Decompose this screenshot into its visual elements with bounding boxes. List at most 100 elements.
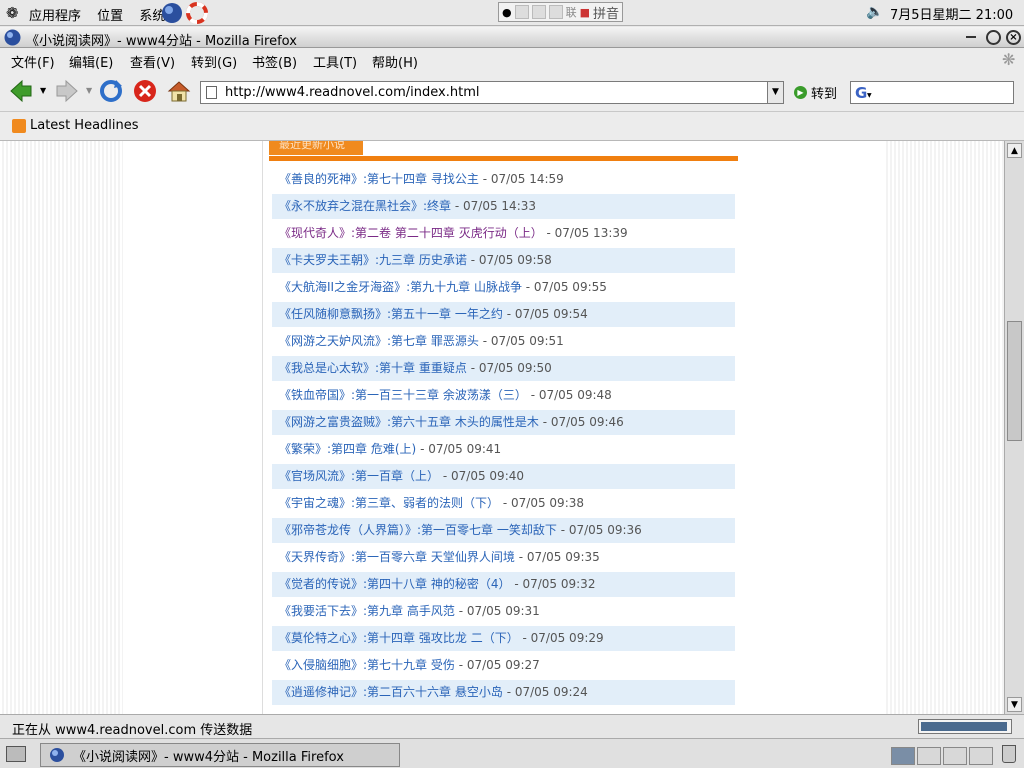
- ime-fullwidth-icon[interactable]: [531, 5, 546, 19]
- novel-title-link[interactable]: 《大航海II之金牙海盗》: [279, 280, 406, 294]
- search-engine-dropdown-icon[interactable]: ▼: [867, 92, 872, 99]
- workspace-2[interactable]: [917, 747, 941, 765]
- update-row[interactable]: 《任风随柳意飘扬》:第五十一章 一年之约 - 07/05 09:54: [272, 302, 735, 327]
- update-row[interactable]: 《天界传奇》:第一百零六章 天堂仙界人间境 - 07/05 09:35: [272, 545, 735, 570]
- chapter-link[interactable]: :第一百零六章 天堂仙界人间境: [351, 550, 515, 564]
- menu-tools[interactable]: 工具(T): [313, 52, 357, 71]
- novel-title-link[interactable]: 《宇宙之魂》: [279, 496, 351, 510]
- show-desktop-icon[interactable]: [6, 746, 26, 762]
- chapter-link[interactable]: :九三章 历史承诺: [375, 253, 467, 267]
- ime-softkbd-icon[interactable]: [548, 5, 563, 19]
- menu-file[interactable]: 文件(F): [11, 52, 55, 71]
- close-icon[interactable]: ×: [1006, 30, 1021, 45]
- panel-clock[interactable]: 7月5日星期二 21:00: [890, 4, 1013, 23]
- panel-menu-places[interactable]: 位置: [97, 9, 123, 24]
- update-row[interactable]: 《莫伦特之心》:第十四章 强攻比龙 二（下） - 07/05 09:29: [272, 626, 735, 651]
- chapter-link[interactable]: :第十四章 强攻比龙 二（下）: [363, 631, 519, 645]
- section-tab[interactable]: 最近更新小说: [269, 141, 363, 155]
- update-row[interactable]: 《网游之天妒风流》:第七章 罪恶源头 - 07/05 09:51: [272, 329, 735, 354]
- chapter-link[interactable]: :第四章 危难(上): [327, 442, 416, 456]
- novel-title-link[interactable]: 《逍遥修神记》: [279, 685, 363, 699]
- update-row[interactable]: 《宇宙之魂》:第三章、弱者的法则（下） - 07/05 09:38: [272, 491, 735, 516]
- chapter-link[interactable]: :第一百三十三章 余波荡漾（三）: [351, 388, 527, 402]
- update-row[interactable]: 《永不放弃之混在黑社会》:终章 - 07/05 14:33: [272, 194, 735, 219]
- update-row[interactable]: 《现代奇人》:第二卷 第二十四章 灭虎行动（上） - 07/05 13:39: [272, 221, 735, 246]
- novel-title-link[interactable]: 《觉者的传说》: [279, 577, 363, 591]
- back-icon[interactable]: [8, 78, 34, 104]
- chapter-link[interactable]: :第四十八章 神的秘密（4）: [363, 577, 511, 591]
- chapter-link[interactable]: :第二卷 第二十四章 灭虎行动（上）: [351, 226, 543, 240]
- minimize-icon[interactable]: [966, 36, 976, 38]
- novel-title-link[interactable]: 《善良的死神》: [279, 172, 363, 186]
- novel-title-link[interactable]: 《我总是心太软》: [279, 361, 375, 375]
- browser-launcher-icon[interactable]: [161, 2, 183, 24]
- novel-title-link[interactable]: 《现代奇人》: [279, 226, 351, 240]
- novel-title-link[interactable]: 《莫伦特之心》: [279, 631, 363, 645]
- novel-title-link[interactable]: 《铁血帝国》: [279, 388, 351, 402]
- window-icon[interactable]: [4, 29, 21, 46]
- novel-title-link[interactable]: 《天界传奇》: [279, 550, 351, 564]
- update-row[interactable]: 《网游之富贵盗贼》:第六十五章 木头的属性是木 - 07/05 09:46: [272, 410, 735, 435]
- novel-title-link[interactable]: 《邪帝苍龙传（人界篇）》: [279, 523, 417, 537]
- workspace-1[interactable]: [891, 747, 915, 765]
- menu-go[interactable]: 转到(G): [191, 52, 237, 71]
- vertical-scrollbar[interactable]: ▲ ▼: [1004, 141, 1024, 714]
- workspace-4[interactable]: [969, 747, 993, 765]
- chapter-link[interactable]: :第五十一章 一年之约: [387, 307, 503, 321]
- novel-title-link[interactable]: 《繁荣》: [279, 442, 327, 456]
- chapter-link[interactable]: :第七十四章 寻找公主: [363, 172, 479, 186]
- update-row[interactable]: 《逍遥修神记》:第二百六十六章 悬空小岛 - 07/05 09:24: [272, 680, 735, 705]
- url-bar[interactable]: ▼: [200, 81, 784, 104]
- menu-help[interactable]: 帮助(H): [372, 52, 418, 71]
- go-button[interactable]: ▶ 转到: [794, 83, 837, 102]
- novel-title-link[interactable]: 《入侵脑细胞》: [279, 658, 363, 672]
- scroll-down-icon[interactable]: ▼: [1007, 697, 1022, 712]
- window-titlebar[interactable]: 《小说阅读网》- www4分站 - Mozilla Firefox ×: [0, 27, 1024, 49]
- foot-icon[interactable]: ❁: [6, 4, 19, 22]
- menu-view[interactable]: 查看(V): [130, 52, 175, 71]
- back-dropdown-icon[interactable]: ▼: [40, 86, 46, 95]
- lock-icon[interactable]: ■: [580, 6, 590, 19]
- panel-menu-applications[interactable]: 应用程序: [29, 9, 81, 24]
- update-row[interactable]: 《觉者的传说》:第四十八章 神的秘密（4） - 07/05 09:32: [272, 572, 735, 597]
- update-row[interactable]: 《善良的死神》:第七十四章 寻找公主 - 07/05 14:59: [272, 167, 735, 192]
- menu-edit[interactable]: 编辑(E): [69, 52, 113, 71]
- update-row[interactable]: 《邪帝苍龙传（人界篇）》:第一百零七章 一笑却敌下 - 07/05 09:36: [272, 518, 735, 543]
- novel-title-link[interactable]: 《我要活下去》: [279, 604, 363, 618]
- scroll-thumb[interactable]: [1007, 321, 1022, 441]
- novel-title-link[interactable]: 《网游之天妒风流》: [279, 334, 387, 348]
- update-row[interactable]: 《繁荣》:第四章 危难(上) - 07/05 09:41: [272, 437, 735, 462]
- home-icon[interactable]: [166, 78, 192, 104]
- url-input[interactable]: [225, 84, 765, 101]
- update-row[interactable]: 《入侵脑细胞》:第七十九章 受伤 - 07/05 09:27: [272, 653, 735, 678]
- novel-title-link[interactable]: 《卡夫罗夫王朝》: [279, 253, 375, 267]
- update-row[interactable]: 《大航海II之金牙海盗》:第九十九章 山脉战争 - 07/05 09:55: [272, 275, 735, 300]
- update-row[interactable]: 《卡夫罗夫王朝》:九三章 历史承诺 - 07/05 09:58: [272, 248, 735, 273]
- bookmark-latest-headlines[interactable]: Latest Headlines: [12, 118, 139, 133]
- chapter-link[interactable]: :第九十九章 山脉战争: [406, 280, 522, 294]
- stop-icon[interactable]: [132, 78, 158, 104]
- volume-icon[interactable]: 🔈: [866, 4, 883, 20]
- taskbar-item-firefox[interactable]: 《小说阅读网》- www4分站 - Mozilla Firefox: [40, 743, 400, 767]
- workspace-3[interactable]: [943, 747, 967, 765]
- update-row[interactable]: 《我总是心太软》:第十章 重重疑点 - 07/05 09:50: [272, 356, 735, 381]
- novel-title-link[interactable]: 《永不放弃之混在黑社会》: [279, 199, 423, 213]
- chapter-link[interactable]: :第三章、弱者的法则（下）: [351, 496, 499, 510]
- update-row[interactable]: 《我要活下去》:第九章 高手风范 - 07/05 09:31: [272, 599, 735, 624]
- chapter-link[interactable]: :第一百零七章 一笑却敌下: [417, 523, 557, 537]
- novel-title-link[interactable]: 《任风随柳意飘扬》: [279, 307, 387, 321]
- update-row[interactable]: 《官场风流》:第一百章（上） - 07/05 09:40: [272, 464, 735, 489]
- novel-title-link[interactable]: 《官场风流》: [279, 469, 351, 483]
- update-row[interactable]: 《铁血帝国》:第一百三十三章 余波荡漾（三） - 07/05 09:48: [272, 383, 735, 408]
- novel-title-link[interactable]: 《网游之富贵盗贼》: [279, 415, 387, 429]
- chapter-link[interactable]: :第十章 重重疑点: [375, 361, 467, 375]
- search-box[interactable]: G ▼: [850, 81, 1014, 104]
- url-dropdown-icon[interactable]: ▼: [767, 82, 783, 103]
- ime-label[interactable]: 拼音: [593, 3, 619, 22]
- forward-icon[interactable]: [54, 78, 80, 104]
- search-engine-icon[interactable]: G: [855, 84, 867, 102]
- chapter-link[interactable]: :第九章 高手风范: [363, 604, 455, 618]
- reload-icon[interactable]: [98, 78, 124, 104]
- ime-mode-label[interactable]: 联: [566, 4, 577, 20]
- chapter-link[interactable]: :第二百六十六章 悬空小岛: [363, 685, 503, 699]
